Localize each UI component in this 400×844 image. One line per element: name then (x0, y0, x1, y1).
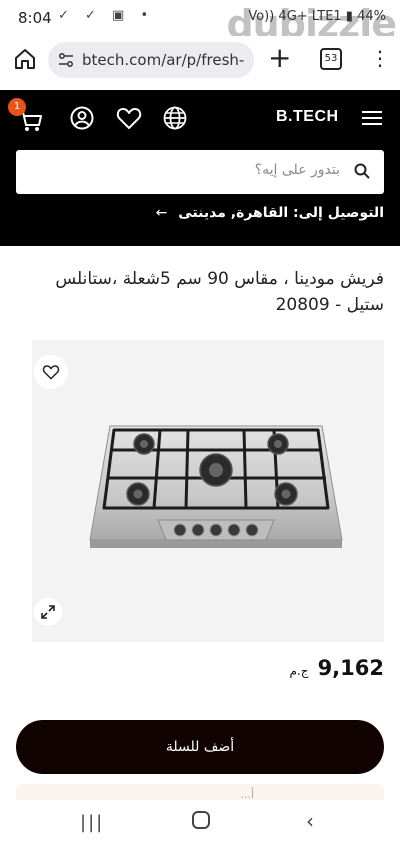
add-to-cart-button[interactable]: أضف للسلة (16, 720, 384, 774)
status-right-indicators: Vo)) 4G+ LTE1 ▮ 44% (248, 9, 386, 24)
url-text: btech.com/ar/p/fresh- (82, 51, 245, 69)
more-menu-icon[interactable]: ⋮ (370, 46, 390, 70)
delivery-location[interactable]: التوصيل إلى: القاهرة, مدينتى ← (156, 205, 384, 221)
new-tab-icon[interactable]: + (268, 44, 291, 72)
user-account-icon[interactable] (70, 106, 94, 130)
product-image[interactable] (88, 420, 344, 552)
browser-toolbar: btech.com/ar/p/fresh- + 53 ⋮ (0, 36, 400, 84)
add-to-wishlist-button[interactable] (34, 355, 68, 389)
search-placeholder: بتدور على إيه؟ (254, 162, 340, 178)
home-icon[interactable] (12, 46, 38, 72)
back-icon[interactable]: ‹ (306, 809, 314, 833)
android-nav-bar: ||| ‹ (0, 800, 400, 844)
tab-switcher-button[interactable]: 53 (320, 48, 342, 70)
heart-icon (42, 365, 60, 380)
hamburger-menu-icon[interactable] (362, 110, 382, 126)
price-currency: ج.م (289, 664, 309, 678)
home-button-icon[interactable] (192, 811, 210, 829)
zoom-image-button[interactable] (34, 598, 62, 626)
status-bar: 8:04 ✓ ✓ ▣ • dubizzle Vo)) 4G+ LTE1 ▮ 44… (0, 0, 400, 46)
search-icon[interactable] (354, 163, 370, 179)
url-bar[interactable]: btech.com/ar/p/fresh- (48, 42, 254, 78)
delivery-location-text: التوصيل إلى: القاهرة, مدينتى (178, 205, 384, 221)
cart-count-badge: 1 (8, 98, 26, 116)
recent-apps-icon[interactable]: ||| (80, 812, 104, 833)
product-price: 9,162 (317, 656, 384, 680)
site-settings-icon[interactable] (58, 52, 74, 68)
status-notification-icons: ✓ ✓ ▣ • (58, 8, 155, 23)
language-globe-icon[interactable] (163, 106, 187, 130)
wishlist-icon[interactable] (116, 106, 142, 130)
btech-logo[interactable]: B.TECH (276, 108, 339, 126)
status-time: 8:04 (18, 9, 52, 27)
product-title: فريش مودينا ، مقاس 90 سم 5شعلة ،ستانلس س… (55, 269, 384, 315)
price-row: 9,162 ج.م (289, 656, 384, 680)
site-header: 1 B.TECH بتدور على إيه؟ التوصيل إلى: الق… (0, 90, 400, 246)
search-input[interactable]: بتدور على إيه؟ (16, 150, 384, 194)
expand-icon (41, 605, 55, 619)
arrow-left-icon: ← (155, 205, 168, 221)
